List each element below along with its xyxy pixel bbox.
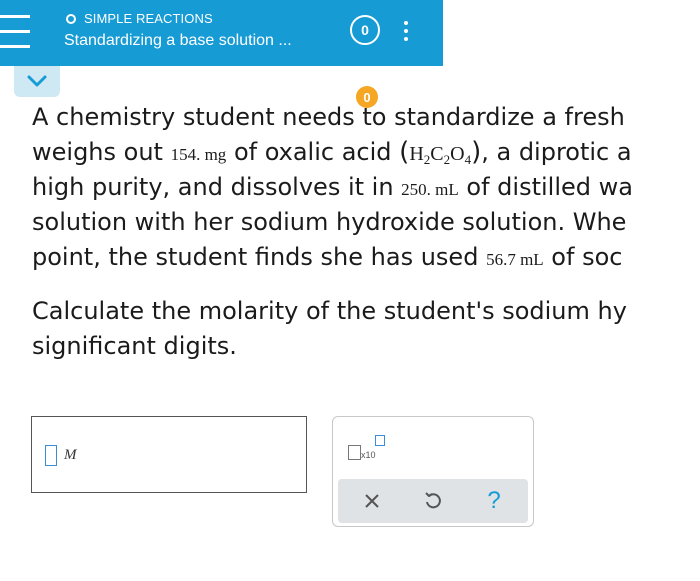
problem-statement: A chemistry student needs to standardize… [32, 100, 700, 275]
problem-line: high purity, and dissolves it in 250. mL… [32, 170, 700, 205]
help-icon: ? [487, 487, 501, 514]
hamburger-menu-icon[interactable] [0, 13, 30, 51]
tool-action-bar: ? [338, 479, 528, 523]
formula-paren: ( [399, 137, 410, 167]
help-button[interactable]: ? [472, 479, 516, 523]
topic-status: SIMPLE REACTIONS [66, 11, 213, 26]
topic-label: SIMPLE REACTIONS [84, 11, 213, 26]
chevron-down-icon [27, 75, 47, 87]
formula-element: H [409, 143, 424, 165]
close-icon [365, 494, 379, 508]
problem-line: weighs out 154. mg of oxalic acid (H2C2O… [32, 135, 700, 170]
formula-element: O [450, 143, 465, 165]
mantissa-box-icon [348, 445, 361, 460]
problem-text: of oxalic acid [226, 138, 400, 166]
problem-text: high purity, and dissolves it in [32, 173, 402, 201]
clear-button[interactable] [350, 479, 394, 523]
chemical-formula: (H2C2O4) [399, 137, 481, 167]
question-line: significant digits. [32, 332, 237, 360]
answer-slot[interactable] [45, 445, 57, 466]
answer-unit: M [64, 447, 77, 463]
x10-label: x10 [361, 450, 376, 460]
progress-badge[interactable]: 0 [350, 15, 380, 45]
answer-input[interactable]: M [31, 416, 307, 493]
problem-text: of soc [543, 243, 623, 271]
top-header-bar: SIMPLE REACTIONS Standardizing a base so… [0, 0, 443, 66]
page-title: Standardizing a base solution ... [64, 32, 292, 49]
attempt-marker: 0 [356, 86, 378, 108]
problem-line: solution with her sodium hydroxide solut… [32, 208, 627, 236]
exponent-box-icon [375, 435, 385, 446]
undo-icon [425, 492, 441, 509]
volume-quantity: 56.7 mL [486, 250, 544, 269]
mass-quantity: 154. mg [170, 145, 227, 164]
undo-button[interactable] [411, 479, 455, 523]
scientific-notation-button[interactable]: x10 [348, 435, 394, 463]
more-vertical-icon[interactable] [398, 18, 414, 44]
problem-line: point, the student finds she has used 56… [32, 240, 700, 275]
assignment-page: SIMPLE REACTIONS Standardizing a base so… [0, 0, 700, 581]
problem-text: , a diprotic a [481, 138, 632, 166]
question-line: Calculate the molarity of the student's … [32, 297, 627, 325]
status-circle-icon [66, 13, 76, 24]
math-tools-panel: x10 ? [332, 416, 534, 527]
collapse-toggle-button[interactable] [14, 66, 60, 97]
formula-paren: ) [471, 137, 482, 167]
formula-element: C [430, 143, 444, 165]
volume-quantity: 250. mL [401, 180, 459, 199]
problem-text: of distilled wa [458, 173, 633, 201]
problem-text: weighs out [32, 138, 171, 166]
question-prompt: Calculate the molarity of the student's … [32, 294, 700, 364]
problem-text: point, the student finds she has used [32, 243, 487, 271]
